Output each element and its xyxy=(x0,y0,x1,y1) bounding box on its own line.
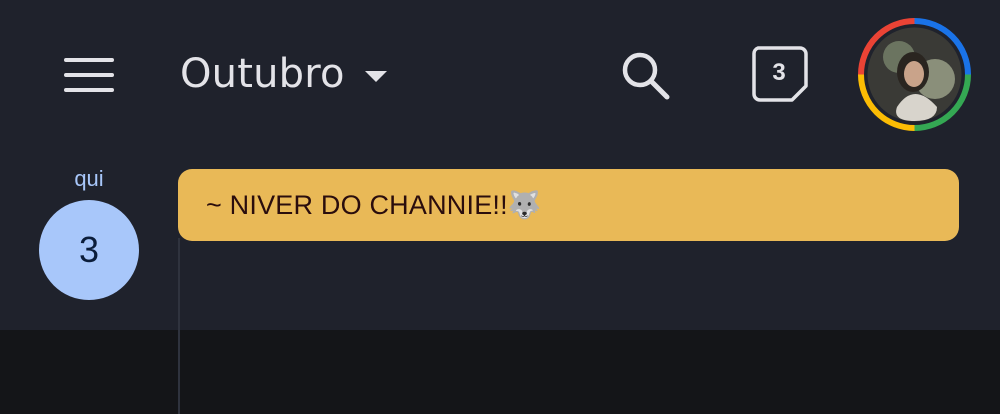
hamburger-menu-icon xyxy=(64,58,114,92)
month-title: Outubro xyxy=(180,51,345,97)
profile-avatar xyxy=(858,18,971,131)
search-button[interactable] xyxy=(618,48,674,104)
menu-button[interactable] xyxy=(58,52,120,98)
calendar-app: Outubro 3 qui 3 ~ NIVER DO CHANNIE!!🐺 xyxy=(0,0,1000,414)
timeline-divider xyxy=(178,238,180,414)
today-button[interactable]: 3 xyxy=(750,44,812,106)
event-chip[interactable]: ~ NIVER DO CHANNIE!!🐺 xyxy=(178,169,959,241)
empty-schedule-area xyxy=(0,330,1000,414)
top-app-bar: Outubro 3 xyxy=(0,0,1000,150)
event-title: ~ NIVER DO CHANNIE!!🐺 xyxy=(206,190,542,220)
caret-down-icon xyxy=(364,70,387,82)
weekday-label: qui xyxy=(74,166,104,191)
search-icon xyxy=(622,52,670,100)
month-selector[interactable]: Outubro xyxy=(180,48,387,100)
day-number-badge[interactable]: 3 xyxy=(39,200,139,300)
today-date: 3 xyxy=(772,59,786,86)
account-avatar-button[interactable] xyxy=(857,17,972,132)
